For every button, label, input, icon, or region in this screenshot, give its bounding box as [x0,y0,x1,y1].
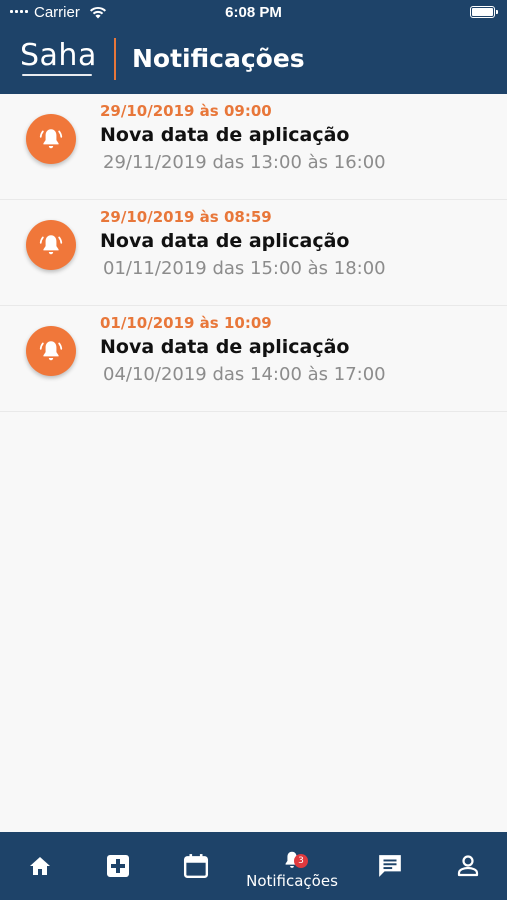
notification-detail: 29/11/2019 das 13:00 às 16:00 [103,152,386,173]
notification-item[interactable]: 29/10/2019 às 09:00 Nova data de aplicaç… [0,94,507,200]
status-time: 6:08 PM [225,4,282,21]
battery-icon [470,6,498,18]
notification-title: Nova data de aplicação [100,336,350,358]
notification-item[interactable]: 01/10/2019 às 10:09 Nova data de aplicaç… [0,306,507,412]
notification-detail: 04/10/2019 das 14:00 às 17:00 [103,364,386,385]
notification-date: 29/10/2019 às 08:59 [100,208,272,226]
app-logo: Saha [20,38,97,73]
logo-underline [22,74,92,76]
notification-item[interactable]: 29/10/2019 às 08:59 Nova data de aplicaç… [0,200,507,306]
notification-detail: 01/11/2019 das 15:00 às 18:00 [103,258,386,279]
tab-medical[interactable] [98,846,138,886]
medical-plus-icon [107,855,129,877]
tab-calendar[interactable] [176,846,216,886]
bell-icon [26,220,76,270]
header-divider [114,38,116,80]
notification-title: Nova data de aplicação [100,124,350,146]
home-icon [30,857,50,875]
bell-icon [26,114,76,164]
app-header: Carrier 6:08 PM Saha Notificações [0,0,507,94]
page-title: Notificações [132,44,305,73]
notification-date: 29/10/2019 às 09:00 [100,102,272,120]
notification-list: 29/10/2019 às 09:00 Nova data de aplicaç… [0,94,507,412]
notification-date: 01/10/2019 às 10:09 [100,314,272,332]
chat-icon [379,855,401,877]
tab-home[interactable] [20,846,60,886]
notification-count-badge: 3 [294,854,308,868]
calendar-icon [183,854,209,879]
profile-icon [457,855,479,877]
bell-icon [26,326,76,376]
tab-bar: 3 Notificações [0,832,507,900]
status-bar: Carrier 6:08 PM [0,0,507,28]
notification-title: Nova data de aplicação [100,230,350,252]
tab-messages[interactable] [370,846,410,886]
tab-notifications-label: Notificações [246,872,338,890]
tab-profile[interactable] [448,846,488,886]
